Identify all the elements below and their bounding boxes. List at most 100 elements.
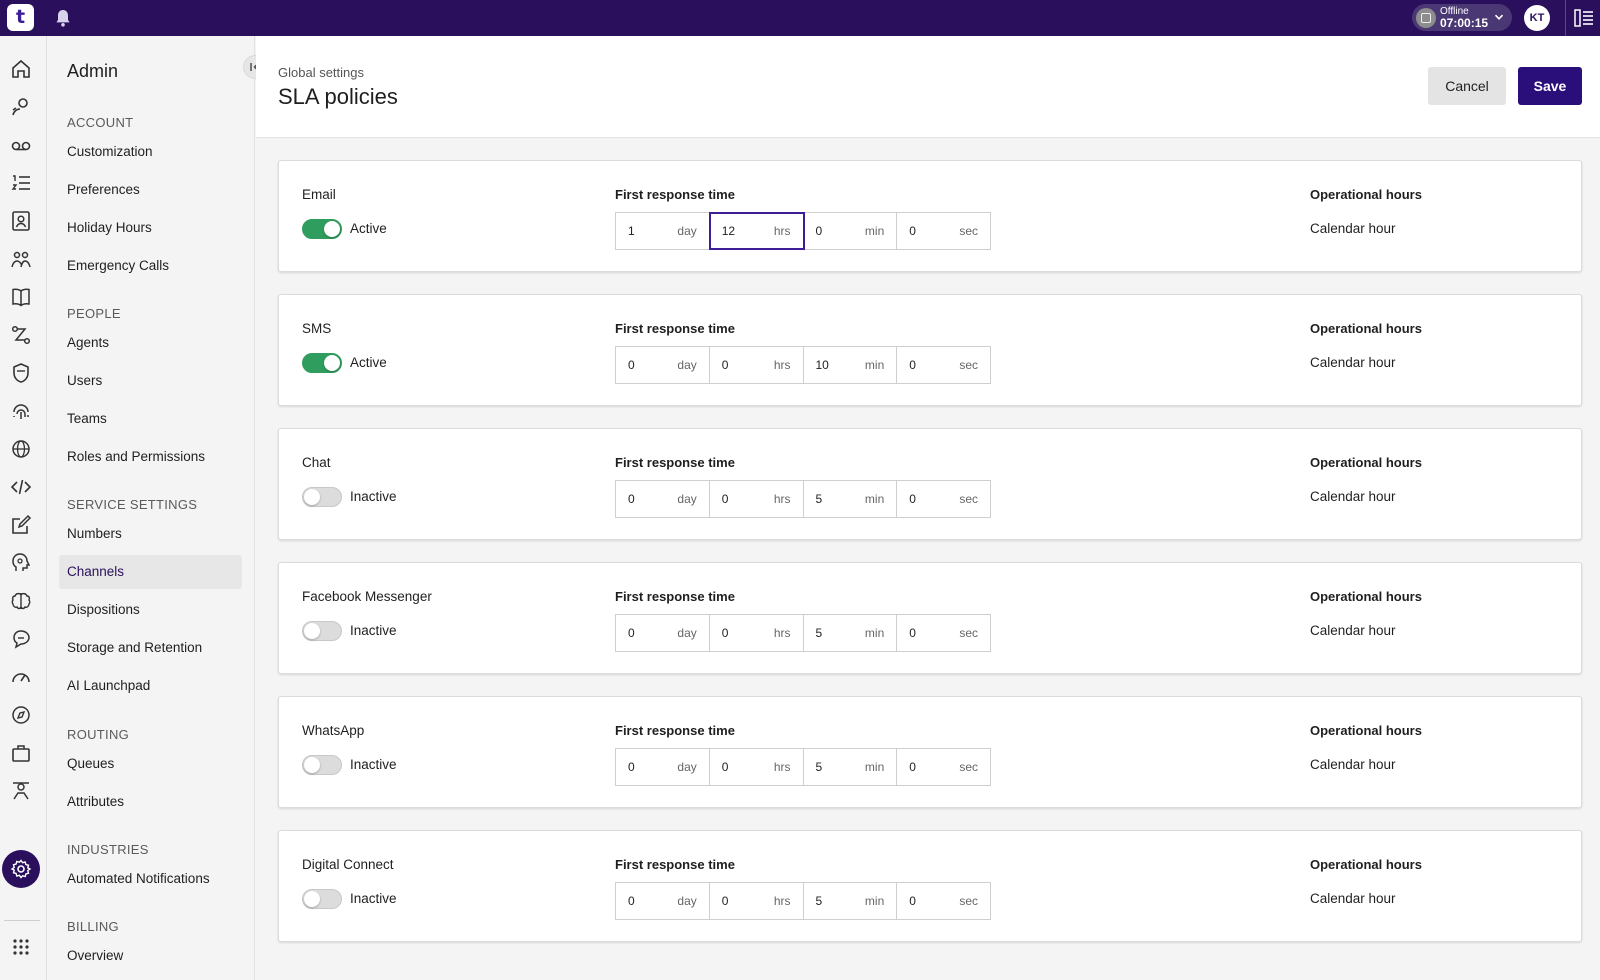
bell-icon[interactable]: [54, 8, 72, 28]
sidebar-item-preferences[interactable]: Preferences: [59, 173, 242, 207]
channel-active-toggle[interactable]: [302, 353, 342, 373]
first-response-hrs-input[interactable]: 0 hrs: [710, 481, 804, 517]
section-heading-routing: ROUTING: [67, 727, 130, 742]
cancel-button[interactable]: Cancel: [1428, 67, 1506, 105]
channel-status-label: Inactive: [350, 623, 397, 638]
edit-icon[interactable]: [10, 514, 32, 536]
toggle-knob: [304, 757, 320, 773]
channel-status-label: Active: [350, 355, 387, 370]
agent-status-dropdown[interactable]: Offline 07:00:15: [1412, 4, 1512, 31]
admin-settings-button[interactable]: [2, 850, 40, 888]
first-response-min-input[interactable]: 5 min: [804, 749, 898, 785]
sidebar-item-teams[interactable]: Teams: [59, 402, 242, 436]
first-response-hrs-input[interactable]: 0 hrs: [710, 883, 804, 919]
first-response-day-unit: day: [677, 224, 697, 238]
first-response-sec-input[interactable]: 0 sec: [897, 749, 990, 785]
first-response-sec-input[interactable]: 0 sec: [897, 615, 990, 651]
first-response-day-input[interactable]: 0 day: [616, 347, 710, 383]
channel-active-toggle[interactable]: [302, 487, 342, 507]
ordered-list-icon[interactable]: [10, 172, 32, 194]
home-icon[interactable]: [10, 58, 32, 80]
sidebar-item-queues[interactable]: Queues: [59, 747, 242, 781]
sidebar-item-customization[interactable]: Customization: [59, 135, 242, 169]
first-response-day-input[interactable]: 0 day: [616, 883, 710, 919]
shield-icon[interactable]: [10, 362, 32, 384]
first-response-sec-input[interactable]: 0 sec: [897, 481, 990, 517]
first-response-min-input[interactable]: 0 min: [804, 213, 898, 249]
first-response-sec-input[interactable]: 0 sec: [897, 213, 990, 249]
knowledge-book-icon[interactable]: [10, 286, 32, 308]
operational-hours-value[interactable]: Calendar hour: [1310, 891, 1396, 906]
briefcase-icon[interactable]: [10, 742, 32, 764]
sidebar-item-holiday-hours[interactable]: Holiday Hours: [59, 211, 242, 245]
first-response-day-input[interactable]: 0 day: [616, 481, 710, 517]
sidebar-item-roles-and-permissions[interactable]: Roles and Permissions: [59, 440, 242, 474]
voicemail-icon[interactable]: [10, 134, 32, 156]
chat-bubble-icon[interactable]: [10, 628, 32, 650]
operational-hours-value[interactable]: Calendar hour: [1310, 355, 1396, 370]
sidebar-item-numbers[interactable]: Numbers: [59, 517, 242, 551]
side-panel-icon[interactable]: [1574, 9, 1594, 27]
ai-head-icon[interactable]: [10, 552, 32, 574]
operational-hours-value[interactable]: Calendar hour: [1310, 623, 1396, 638]
toggle-knob: [324, 355, 340, 371]
sidebar-item-channels[interactable]: Channels: [59, 555, 242, 589]
first-response-label: First response time: [615, 723, 735, 738]
first-response-day-input[interactable]: 0 day: [616, 615, 710, 651]
save-button[interactable]: Save: [1518, 67, 1582, 105]
operational-hours-value[interactable]: Calendar hour: [1310, 489, 1396, 504]
first-response-day-input[interactable]: 1 day: [616, 213, 710, 249]
first-response-sec-input[interactable]: 0 sec: [897, 347, 990, 383]
fingerprint-icon[interactable]: [10, 400, 32, 422]
first-response-day-value: 0: [628, 760, 635, 774]
first-response-hrs-input[interactable]: 12 hrs: [708, 212, 805, 250]
first-response-label: First response time: [615, 321, 735, 336]
agent-desk-icon[interactable]: [10, 780, 32, 802]
channel-name: Email: [302, 187, 336, 202]
operational-hours-value[interactable]: Calendar hour: [1310, 221, 1396, 236]
sidebar-item-automated-notifications[interactable]: Automated Notifications: [59, 862, 242, 896]
channel-active-toggle[interactable]: [302, 889, 342, 909]
first-response-hrs-input[interactable]: 0 hrs: [710, 749, 804, 785]
operational-hours-label: Operational hours: [1310, 455, 1422, 470]
first-response-hrs-input[interactable]: 0 hrs: [710, 615, 804, 651]
user-avatar[interactable]: KT: [1524, 5, 1550, 31]
breadcrumb[interactable]: Global settings: [278, 65, 364, 80]
brain-icon[interactable]: [10, 590, 32, 612]
team-icon[interactable]: [10, 248, 32, 270]
first-response-day-input[interactable]: 0 day: [616, 749, 710, 785]
first-response-min-input[interactable]: 10 min: [804, 347, 898, 383]
channel-active-toggle[interactable]: [302, 219, 342, 239]
sidebar-item-ai-launchpad[interactable]: AI Launchpad: [59, 669, 242, 703]
sla-card-facebook-messenger: Facebook Messenger Inactive First response…: [278, 562, 1582, 674]
app-logo[interactable]: t: [7, 4, 34, 31]
voice-agent-icon[interactable]: [10, 96, 32, 118]
topbar-divider: [1565, 0, 1566, 36]
first-response-min-input[interactable]: 5 min: [804, 883, 898, 919]
sidebar-item-agents[interactable]: Agents: [59, 326, 242, 360]
sidebar-item-dispositions[interactable]: Dispositions: [59, 593, 242, 627]
speedometer-icon[interactable]: [10, 666, 32, 688]
flow-icon[interactable]: [10, 324, 32, 346]
globe-icon[interactable]: [10, 438, 32, 460]
apps-grid-icon[interactable]: [10, 936, 32, 958]
sidebar-item-overview[interactable]: Overview: [59, 939, 242, 973]
code-icon[interactable]: [10, 476, 32, 498]
sidebar-item-users[interactable]: Users: [59, 364, 242, 398]
compass-icon[interactable]: [10, 704, 32, 726]
first-response-day-value: 0: [628, 492, 635, 506]
channel-active-toggle[interactable]: [302, 621, 342, 641]
sidebar-item-storage-and-retention[interactable]: Storage and Retention: [59, 631, 242, 665]
first-response-min-value: 5: [815, 626, 823, 640]
first-response-hrs-input[interactable]: 0 hrs: [710, 347, 804, 383]
first-response-sec-input[interactable]: 0 sec: [897, 883, 990, 919]
sidebar-item-attributes[interactable]: Attributes: [59, 785, 242, 819]
operational-hours-value[interactable]: Calendar hour: [1310, 757, 1396, 772]
first-response-hrs-value: 0: [721, 626, 729, 640]
first-response-sec-unit: sec: [959, 760, 978, 774]
first-response-min-input[interactable]: 5 min: [804, 481, 898, 517]
channel-active-toggle[interactable]: [302, 755, 342, 775]
sidebar-item-emergency-calls[interactable]: Emergency Calls: [59, 249, 242, 283]
contacts-icon[interactable]: [10, 210, 32, 232]
first-response-min-input[interactable]: 5 min: [804, 615, 898, 651]
